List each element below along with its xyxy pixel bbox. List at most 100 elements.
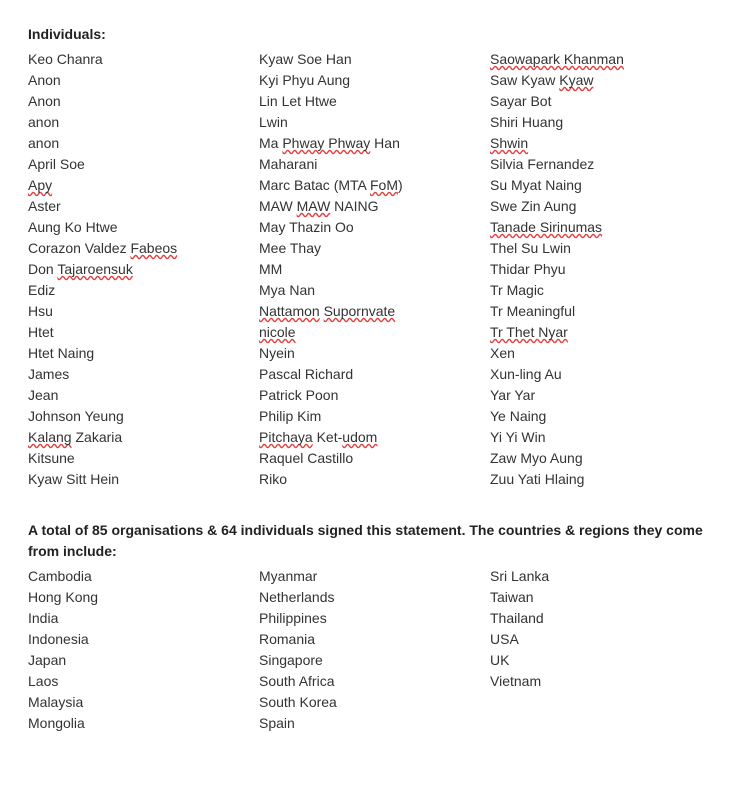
country-name: Spain [259, 713, 295, 734]
individual-name: Htet [28, 322, 54, 343]
list-item: Thel Su Lwin [490, 238, 711, 259]
list-item: Romania [259, 629, 480, 650]
country-name: Malaysia [28, 692, 83, 713]
list-item: Zaw Myo Aung [490, 448, 711, 469]
list-item: Indonesia [28, 629, 249, 650]
individual-name: nicole [259, 322, 296, 343]
individual-name: Tr Magic [490, 280, 544, 301]
individual-name: Thel Su Lwin [490, 238, 571, 259]
list-item: Ediz [28, 280, 249, 301]
list-item: Taiwan [490, 587, 711, 608]
list-item: Thidar Phyu [490, 259, 711, 280]
individual-name: Silvia Fernandez [490, 154, 594, 175]
spellcheck-underline: Phway Phway [282, 135, 370, 151]
summary-col-3: Sri LankaTaiwanThailandUSAUKVietnam [490, 566, 721, 734]
list-item: Anon [28, 91, 249, 112]
individual-name: Hsu [28, 301, 53, 322]
list-item: anon [28, 112, 249, 133]
individual-name: April Soe [28, 154, 85, 175]
list-item: Hong Kong [28, 587, 249, 608]
individual-name: Zuu Yati Hlaing [490, 469, 584, 490]
individual-name: Kyaw Sitt Hein [28, 469, 119, 490]
individual-name: Lwin [259, 112, 288, 133]
list-item: Su Myat Naing [490, 175, 711, 196]
individual-name: MM [259, 259, 282, 280]
country-name: UK [490, 650, 509, 671]
list-item: Htet [28, 322, 249, 343]
spellcheck-underline: Shwin [490, 135, 528, 151]
individual-name: James [28, 364, 69, 385]
list-item: MAW MAW NAING [259, 196, 480, 217]
list-item: Tanade Sirinumas [490, 217, 711, 238]
list-item: Riko [259, 469, 480, 490]
individual-name: Kalang Zakaria [28, 427, 122, 448]
list-item: Lin Let Htwe [259, 91, 480, 112]
list-item: Cambodia [28, 566, 249, 587]
country-name: Vietnam [490, 671, 541, 692]
list-item: Malaysia [28, 692, 249, 713]
country-name: Taiwan [490, 587, 534, 608]
spellcheck-underline: FoM [370, 177, 398, 193]
list-item: Aster [28, 196, 249, 217]
individual-name: Htet Naing [28, 343, 94, 364]
list-item: Hsu [28, 301, 249, 322]
individual-name: Aung Ko Htwe [28, 217, 118, 238]
list-item: Shiri Huang [490, 112, 711, 133]
spellcheck-underline: Kyaw [559, 72, 593, 88]
individual-name: Tr Thet Nyar [490, 322, 568, 343]
individual-name: Patrick Poon [259, 385, 338, 406]
individuals-col-3: Saowapark KhanmanSaw Kyaw KyawSayar BotS… [490, 49, 721, 490]
list-item: Zuu Yati Hlaing [490, 469, 711, 490]
individual-name: Anon [28, 91, 61, 112]
country-name: South Korea [259, 692, 337, 713]
individual-name: Nyein [259, 343, 295, 364]
summary-col-1: CambodiaHong KongIndiaIndonesiaJapanLaos… [28, 566, 259, 734]
individual-name: Ediz [28, 280, 55, 301]
individual-name: Lin Let Htwe [259, 91, 337, 112]
country-name: Romania [259, 629, 315, 650]
list-item: Ma Phway Phway Han [259, 133, 480, 154]
spellcheck-underline: Apy [28, 177, 52, 193]
list-item: Nyein [259, 343, 480, 364]
list-item: MM [259, 259, 480, 280]
individual-name: Yar Yar [490, 385, 535, 406]
country-name: Netherlands [259, 587, 335, 608]
list-item: Patrick Poon [259, 385, 480, 406]
individual-name: Tr Meaningful [490, 301, 575, 322]
list-item: Spain [259, 713, 480, 734]
individual-name: Yi Yi Win [490, 427, 546, 448]
individuals-columns: Keo ChanraAnonAnonanonanonApril SoeApyAs… [28, 49, 721, 490]
individual-name: Keo Chanra [28, 49, 103, 70]
list-item: Kalang Zakaria [28, 427, 249, 448]
individual-name: Nattamon Supornvate [259, 301, 395, 322]
individual-name: Riko [259, 469, 287, 490]
list-item: April Soe [28, 154, 249, 175]
individual-name: Kyaw Soe Han [259, 49, 352, 70]
spellcheck-underline: MAW [297, 198, 331, 214]
individual-name: Shwin [490, 133, 528, 154]
individual-name: Pascal Richard [259, 364, 353, 385]
list-item: Aung Ko Htwe [28, 217, 249, 238]
individuals-col-1: Keo ChanraAnonAnonanonanonApril SoeApyAs… [28, 49, 259, 490]
summary-col-2: MyanmarNetherlandsPhilippinesRomaniaSing… [259, 566, 490, 734]
list-item: Thailand [490, 608, 711, 629]
individual-name: Saw Kyaw Kyaw [490, 70, 593, 91]
list-item: Myanmar [259, 566, 480, 587]
country-name: Mongolia [28, 713, 85, 734]
individuals-heading: Individuals: [28, 24, 721, 45]
list-item: Mee Thay [259, 238, 480, 259]
spellcheck-underline: Supornvate [324, 303, 396, 319]
individual-name: Tanade Sirinumas [490, 217, 602, 238]
list-item: James [28, 364, 249, 385]
spellcheck-underline: Tajaroensuk [57, 261, 133, 277]
individual-name: Philip Kim [259, 406, 321, 427]
country-name: USA [490, 629, 519, 650]
country-name: Laos [28, 671, 58, 692]
country-name: Thailand [490, 608, 544, 629]
list-item: Yar Yar [490, 385, 711, 406]
list-item: Shwin [490, 133, 711, 154]
individual-name: May Thazin Oo [259, 217, 354, 238]
individual-name: Maharani [259, 154, 317, 175]
individual-name: Swe Zin Aung [490, 196, 576, 217]
country-name: Sri Lanka [490, 566, 549, 587]
